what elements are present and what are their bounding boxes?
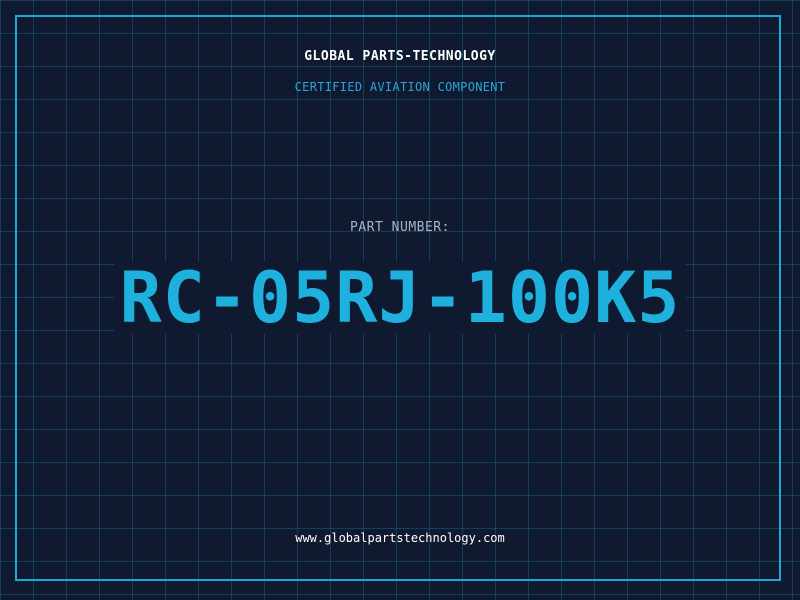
tagline: CERTIFIED AVIATION COMPONENT — [294, 80, 506, 94]
part-number-label: PART NUMBER: — [350, 220, 450, 235]
website-url: www.globalpartstechnology.com — [295, 531, 505, 545]
part-number-value: RC-05RJ-100K5 — [113, 262, 687, 334]
company-name: GLOBAL PARTS-TECHNOLOGY — [304, 49, 496, 64]
part-number-container: RC-05RJ-100K5 — [0, 262, 800, 334]
